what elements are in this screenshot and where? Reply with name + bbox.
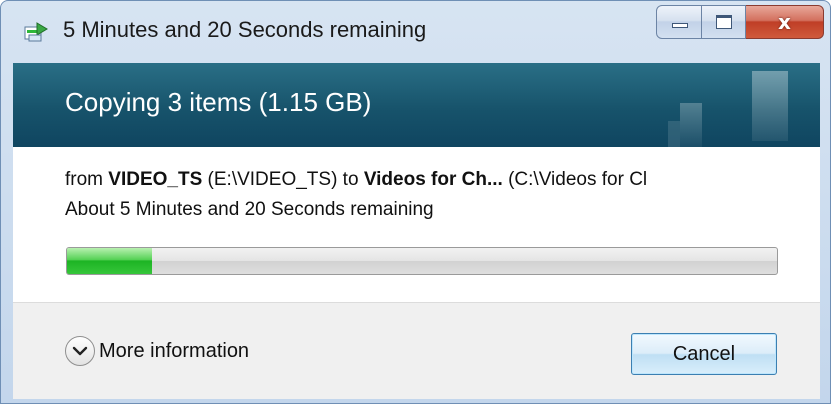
source-folder-name[interactable]: VIDEO_TS — [108, 169, 202, 190]
window-title: 5 Minutes and 20 Seconds remaining — [63, 17, 427, 42]
window-controls: x — [656, 5, 824, 41]
more-information-toggle[interactable]: More information — [65, 333, 249, 369]
copy-progress-bar — [66, 247, 778, 275]
destination-folder-name[interactable]: Videos for Ch... — [364, 169, 503, 190]
banner-decoration — [752, 71, 788, 141]
banner-decoration — [680, 103, 702, 147]
progress-fill — [67, 248, 153, 274]
close-icon: x — [778, 10, 791, 34]
chevron-down-icon[interactable] — [65, 336, 95, 366]
maximize-button[interactable] — [702, 5, 746, 39]
cancel-button[interactable]: Cancel — [631, 333, 777, 375]
copy-summary-title: Copying 3 items (1.15 GB) — [65, 87, 372, 117]
close-button[interactable]: x — [746, 5, 824, 39]
dialog-footer: More information Cancel — [13, 302, 820, 399]
destination-path: (C:\Videos for Cl — [502, 169, 648, 190]
header-banner: Copying 3 items (1.15 GB) — [13, 63, 820, 147]
minimize-icon — [672, 23, 688, 28]
source-path: (E:\VIDEO_TS) to — [202, 169, 364, 190]
maximize-icon — [716, 15, 732, 29]
copy-dialog-window: 5 Minutes and 20 Seconds remaining x Cop… — [0, 0, 831, 404]
minimize-button[interactable] — [656, 5, 702, 39]
copy-progress-icon — [23, 21, 49, 45]
time-remaining-text: About 5 Minutes and 20 Seconds remaining — [65, 199, 434, 220]
copy-source-destination: from VIDEO_TS (E:\VIDEO_TS) to Videos fo… — [65, 169, 817, 191]
title-bar[interactable]: 5 Minutes and 20 Seconds remaining x — [1, 1, 830, 65]
more-information-label[interactable]: More information — [99, 340, 249, 363]
copy-details-panel: from VIDEO_TS (E:\VIDEO_TS) to Videos fo… — [13, 147, 820, 302]
banner-decoration — [668, 121, 680, 147]
from-label: from — [65, 169, 109, 190]
